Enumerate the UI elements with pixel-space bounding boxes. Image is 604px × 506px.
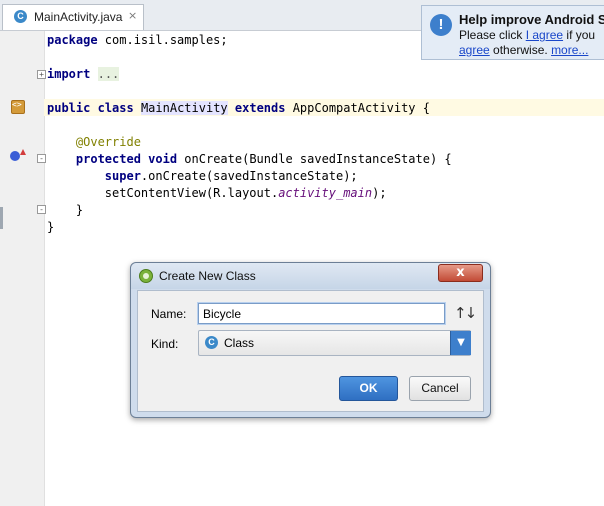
dialog-titlebar[interactable]: Create New Class x [131,263,490,289]
scrollbar-marker[interactable] [0,207,3,229]
code-line-import: import ... [47,67,120,81]
code-line-method: protected void onCreate(Bundle savedInst… [75,152,452,166]
tab-label: MainActivity.java [34,10,123,24]
cancel-button[interactable]: Cancel [409,376,471,401]
close-button[interactable]: x [438,264,483,282]
kind-dropdown[interactable]: C Class ▼ [198,330,471,356]
dialog-body: Name: ↑↓ Kind: C Class ▼ OK Cancel [137,290,484,412]
sort-icon[interactable]: ↑↓ [454,304,477,322]
folded-imports[interactable]: ... [97,67,120,81]
ok-button[interactable]: OK [339,376,398,401]
agree-link[interactable]: agree [459,43,490,57]
fold-collapse-icon[interactable]: - [37,154,46,163]
tab-mainactivity[interactable]: C MainActivity.java × [2,4,144,30]
code-line-annotation: @Override [75,135,141,149]
code-line-package: package com.isil.samples; [47,33,228,47]
notification-text-2: agree otherwise. more... [459,43,589,57]
notification-title: Help improve Android S [459,12,604,27]
tab-close-icon[interactable]: × [128,9,137,22]
fold-end-icon[interactable]: - [37,205,46,214]
android-studio-icon [139,269,153,283]
notification-text-1: Please click I agree if you [459,28,596,42]
code-line-close-method: } [75,203,84,217]
create-new-class-dialog: Create New Class x Name: ↑↓ Kind: C Clas… [130,262,491,418]
more-link[interactable]: more... [551,43,588,57]
class-kind-icon: C [205,336,218,349]
code-line-setcontent: setContentView(R.layout.activity_main); [104,186,387,200]
info-icon: ! [430,14,452,36]
code-line-close-class: } [47,220,55,234]
dialog-title: Create New Class [159,269,256,283]
class-marker-icon[interactable] [11,100,25,114]
fold-expand-icon[interactable]: + [37,70,46,79]
i-agree-link[interactable]: I agree [526,28,563,42]
name-label: Name: [151,307,187,321]
name-input[interactable] [198,303,445,324]
code-line-class-decl: public class MainActivity extends AppCom… [47,101,430,115]
class-icon: C [14,10,27,23]
code-line-super: super.onCreate(savedInstanceState); [104,169,358,183]
override-marker-icon[interactable] [10,149,26,161]
chevron-down-icon[interactable]: ▼ [450,331,471,355]
notification-balloon[interactable]: ! Help improve Android S Please click I … [421,5,604,60]
kind-selected-value: Class [224,336,255,350]
kind-label: Kind: [151,337,179,351]
